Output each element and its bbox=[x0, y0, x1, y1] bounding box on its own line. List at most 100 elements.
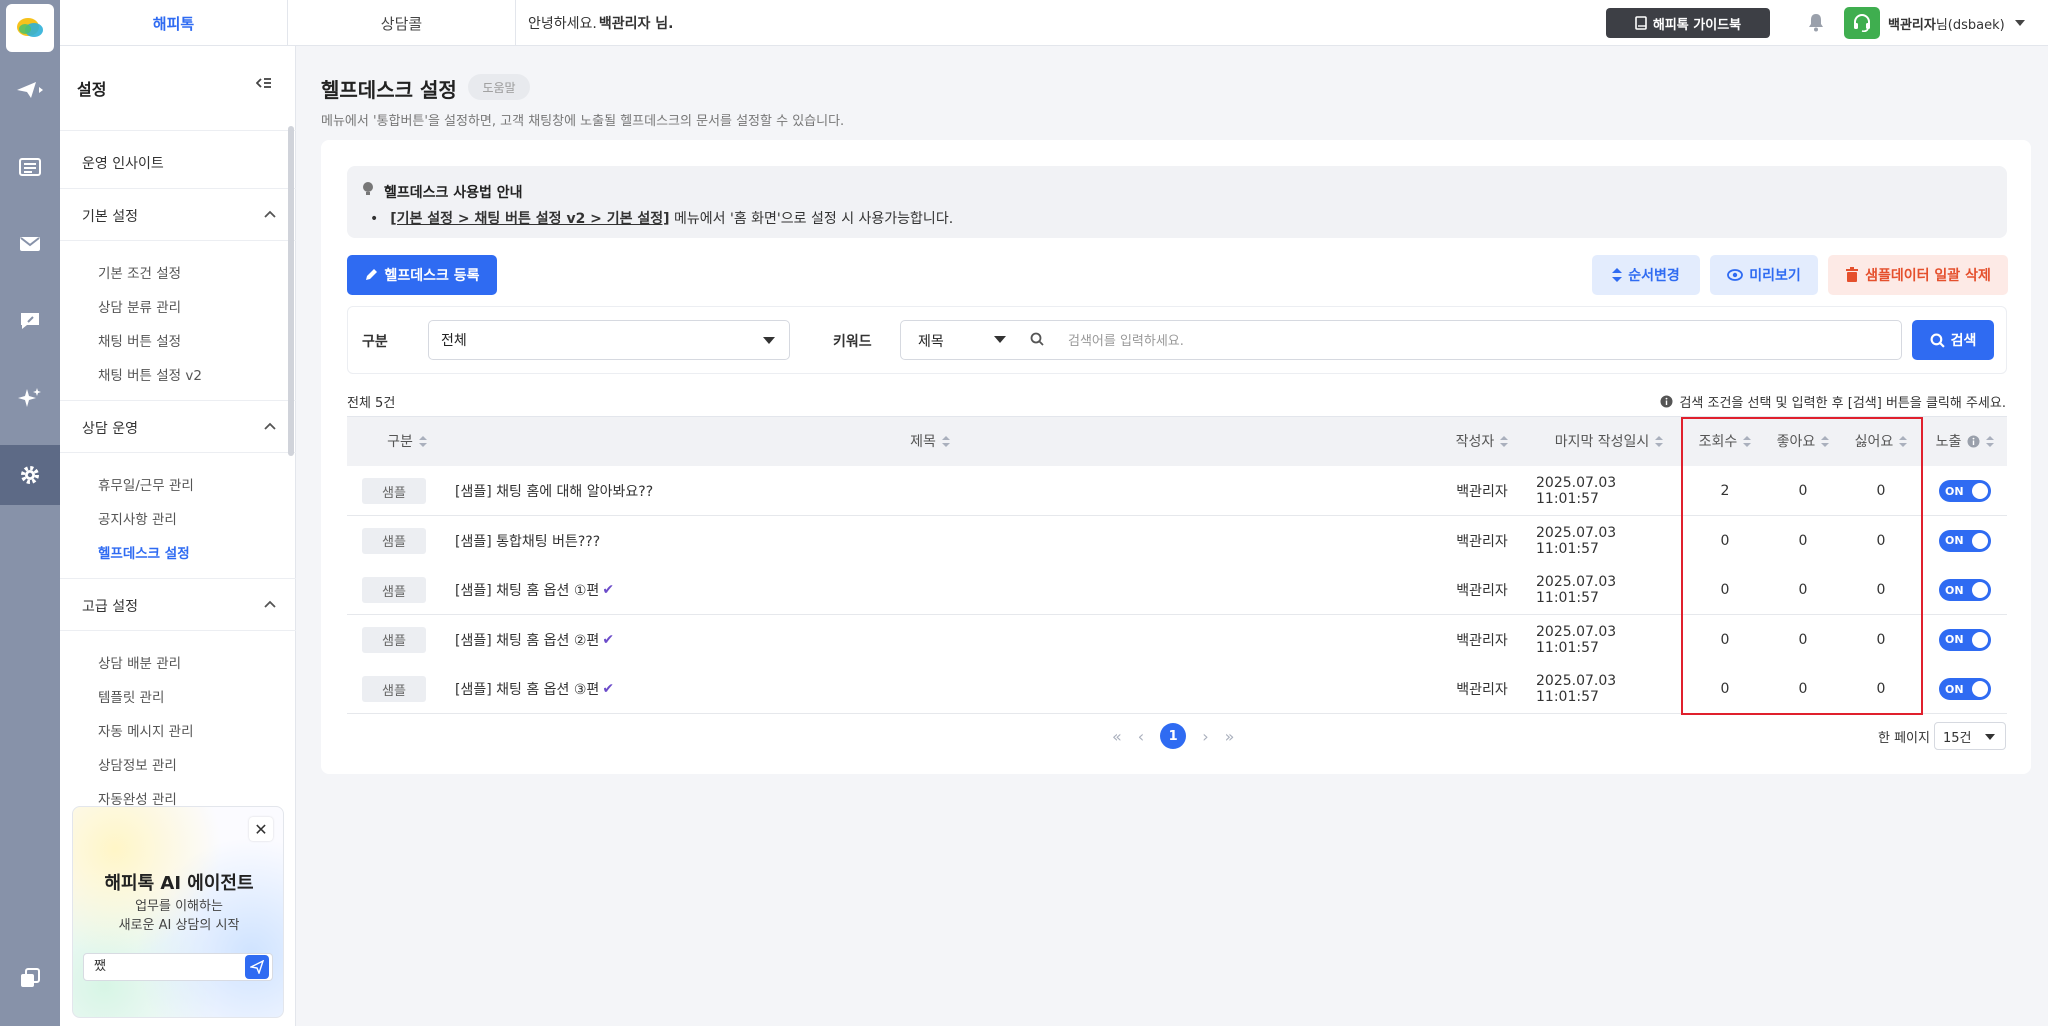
guide-book-button[interactable]: 해피톡 가이드북 bbox=[1606, 8, 1770, 38]
rail-chat[interactable] bbox=[0, 291, 60, 351]
support-headset-icon[interactable] bbox=[1844, 7, 1880, 39]
register-helpdesk-button[interactable]: 헬프데스크 등록 bbox=[347, 255, 497, 295]
rail-settings[interactable] bbox=[0, 445, 60, 505]
row-likes: 0 bbox=[1798, 631, 1808, 648]
column-author[interactable]: 작성자 bbox=[1432, 416, 1532, 466]
table-row[interactable]: 샘플 [샘플] 채팅 홈에 대해 알아봐요?? 백관리자 2025.07.03 11:… bbox=[347, 466, 2007, 516]
sidebar-divider bbox=[60, 630, 296, 631]
rail-copy[interactable] bbox=[0, 948, 60, 1008]
chevron-down-icon bbox=[763, 337, 775, 344]
visibility-toggle[interactable]: ON bbox=[1939, 529, 1991, 552]
search-button[interactable]: 검색 bbox=[1912, 320, 1994, 360]
table-row[interactable]: 샘플 [샘플] 통합채팅 버튼??? 백관리자 2025.07.03 11:01:57… bbox=[347, 515, 2007, 566]
prev-page-button[interactable]: ‹ bbox=[1138, 727, 1144, 746]
table-row[interactable]: 샘플 [샘플] 채팅 홈 옵션 ②편 ✔ 백관리자 2025.07.03 11:01:5… bbox=[347, 614, 2007, 665]
row-title[interactable]: [샘플] 통합채팅 버튼??? bbox=[455, 516, 603, 566]
toggle-label: ON bbox=[1945, 583, 1964, 597]
sidebar-section-operation[interactable]: 상담 운영 bbox=[82, 418, 138, 438]
column-likes[interactable]: 좋아요 bbox=[1764, 416, 1842, 466]
rail-campaign[interactable] bbox=[0, 60, 60, 120]
sidebar-divider bbox=[60, 578, 296, 579]
rail-list[interactable] bbox=[0, 137, 60, 197]
sidebar-item-insight[interactable]: 운영 인사이트 bbox=[82, 153, 164, 173]
sidebar-item-distribution[interactable]: 상담 배분 관리 bbox=[98, 652, 181, 672]
sidebar-item-auto-message[interactable]: 자동 메시지 관리 bbox=[98, 720, 194, 740]
book-icon bbox=[1635, 16, 1647, 30]
column-title[interactable]: 제목 bbox=[860, 416, 1000, 466]
sidebar-section-advanced[interactable]: 고급 설정 bbox=[82, 596, 138, 616]
sidebar-divider bbox=[60, 240, 296, 241]
chevron-down-icon[interactable] bbox=[994, 336, 1006, 343]
delete-samples-button[interactable]: 샘플데이터 일괄 삭제 bbox=[1828, 255, 2008, 295]
notification-bell-icon[interactable] bbox=[1808, 12, 1824, 36]
first-page-button[interactable]: « bbox=[1112, 727, 1122, 746]
left-rail bbox=[0, 0, 60, 1026]
search-input[interactable]: 검색어를 입력하세요. bbox=[1068, 330, 1184, 349]
column-label: 조회수 bbox=[1698, 434, 1738, 450]
tab-happytalk[interactable]: 해피톡 bbox=[60, 0, 288, 46]
column-category[interactable]: 구분 bbox=[362, 416, 452, 466]
sidebar-item-basic-conditions[interactable]: 기본 조건 설정 bbox=[98, 262, 181, 282]
row-dislikes: 0 bbox=[1876, 532, 1886, 549]
sort-icon bbox=[418, 435, 427, 447]
close-icon[interactable]: ✕ bbox=[249, 817, 273, 841]
preview-button[interactable]: 미리보기 bbox=[1710, 255, 1818, 295]
sidebar-item-helpdesk[interactable]: 헬프데스크 설정 bbox=[98, 542, 190, 562]
row-views: 2 bbox=[1720, 483, 1730, 499]
notice-menu-link[interactable]: [기본 설정 > 채팅 버튼 설정 v2 > 기본 설정] bbox=[390, 211, 669, 227]
table-row[interactable]: 샘플 [샘플] 채팅 홈 옵션 ③편 ✔ 백관리자 2025.07.03 11:01:5… bbox=[347, 664, 2007, 714]
app-logo[interactable] bbox=[6, 4, 54, 52]
visibility-toggle[interactable]: ON bbox=[1939, 480, 1991, 502]
row-title[interactable]: [샘플] 채팅 홈 옵션 ②편 ✔ bbox=[455, 615, 614, 665]
sidebar-divider bbox=[60, 400, 296, 401]
row-title[interactable]: [샘플] 채팅 홈 옵션 ①편 ✔ bbox=[455, 565, 614, 615]
column-visible[interactable]: 노출 bbox=[1924, 416, 2006, 466]
visibility-toggle[interactable]: ON bbox=[1939, 579, 1991, 601]
row-dislikes: 0 bbox=[1876, 483, 1886, 499]
reorder-button[interactable]: 순서변경 bbox=[1592, 255, 1700, 295]
category-label: 구분 bbox=[362, 334, 388, 350]
send-icon[interactable] bbox=[245, 955, 269, 979]
rail-ai[interactable] bbox=[0, 368, 60, 428]
visibility-toggle[interactable]: ON bbox=[1939, 628, 1991, 651]
last-page-button[interactable]: » bbox=[1225, 727, 1235, 746]
chevron-up-icon[interactable] bbox=[264, 210, 276, 218]
column-last-updated[interactable]: 마지막 작성일시 bbox=[1536, 416, 1682, 466]
row-title[interactable]: [샘플] 채팅 홈에 대해 알아봐요?? bbox=[455, 466, 656, 516]
sidebar-item-chat-button-v2[interactable]: 채팅 버튼 설정 v2 bbox=[98, 364, 202, 384]
sidebar-scrollbar[interactable] bbox=[288, 126, 294, 456]
chevron-up-icon[interactable] bbox=[264, 422, 276, 430]
collapse-sidebar-icon[interactable] bbox=[255, 76, 272, 94]
rail-mail[interactable] bbox=[0, 214, 60, 274]
checkmark-icon: ✔ bbox=[602, 582, 615, 598]
ai-agent-subtitle-line-2: 새로운 AI 상담의 시작 bbox=[118, 918, 240, 933]
sidebar-item-chat-button[interactable]: 채팅 버튼 설정 bbox=[98, 330, 181, 350]
column-views[interactable]: 조회수 bbox=[1686, 416, 1764, 466]
row-title[interactable]: [샘플] 채팅 홈 옵션 ③편 ✔ bbox=[455, 664, 614, 714]
keyword-field-select[interactable]: 제목 bbox=[918, 331, 944, 351]
ai-agent-subtitle: 업무를 이해하는 새로운 AI 상담의 시작 bbox=[73, 897, 285, 935]
visibility-toggle[interactable]: ON bbox=[1939, 678, 1991, 700]
row-category: 샘플 bbox=[362, 516, 426, 566]
table-row[interactable]: 샘플 [샘플] 채팅 홈 옵션 ①편 ✔ 백관리자 2025.07.03 11:01:5… bbox=[347, 565, 2007, 615]
per-page-select[interactable]: 15건 bbox=[1934, 722, 2006, 750]
chevron-up-icon[interactable] bbox=[264, 600, 276, 608]
category-select[interactable]: 전체 bbox=[428, 320, 790, 360]
sidebar-item-template[interactable]: 템플릿 관리 bbox=[98, 686, 164, 706]
sidebar-item-holiday[interactable]: 휴무일/근무 관리 bbox=[98, 474, 194, 494]
next-page-button[interactable]: › bbox=[1202, 727, 1208, 746]
row-author: 백관리자 bbox=[1456, 632, 1508, 649]
row-title-text: [샘플] 채팅 홈 옵션 ①편 bbox=[455, 583, 600, 599]
sidebar-item-notice[interactable]: 공지사항 관리 bbox=[98, 508, 177, 528]
sidebar-section-basic[interactable]: 기본 설정 bbox=[82, 206, 138, 226]
page-button-current[interactable]: 1 bbox=[1160, 723, 1187, 749]
help-badge[interactable]: 도움말 bbox=[468, 74, 530, 100]
tab-consult-call[interactable]: 상담콜 bbox=[288, 0, 516, 46]
row-last-updated: 2025.07.03 11:01:57 bbox=[1536, 574, 1617, 606]
sidebar-item-autocomplete[interactable]: 자동완성 관리 bbox=[98, 788, 177, 808]
column-dislikes[interactable]: 싫어요 bbox=[1842, 416, 1920, 466]
user-menu[interactable]: 백관리자 님(dsbaek) bbox=[1888, 8, 2038, 38]
sidebar-item-consult-category[interactable]: 상담 분류 관리 bbox=[98, 296, 181, 316]
list-icon bbox=[19, 158, 41, 176]
sidebar-item-consult-info[interactable]: 상담정보 관리 bbox=[98, 754, 177, 774]
